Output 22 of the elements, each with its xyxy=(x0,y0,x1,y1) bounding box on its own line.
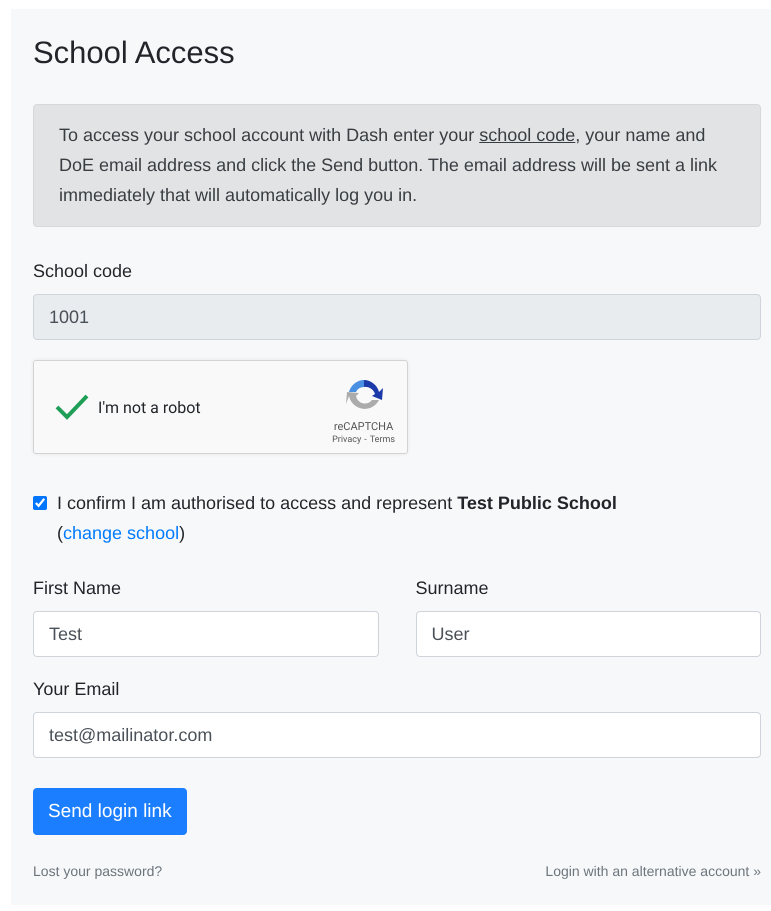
terms-link[interactable]: Terms xyxy=(370,434,395,444)
field-label: Your Email xyxy=(33,679,120,700)
surname-field[interactable]: User xyxy=(416,611,761,657)
captcha-brand: reCAPTCHA xyxy=(334,420,394,432)
school-code-link[interactable]: school code xyxy=(479,125,576,145)
info-message: To access your school account with Dash enter your school code, your name and DoE email address and click the Send button. The email address will be sent a link immediately that will automatically log you in. xyxy=(33,104,761,227)
alternative-account-link[interactable]: Login with an alternative account » xyxy=(545,863,761,879)
check-icon[interactable] xyxy=(54,393,90,421)
separator-text: - xyxy=(364,434,367,444)
page-title: School Access xyxy=(33,35,236,71)
confirm-text: I confirm I am authorised to access and represent Test Public School (change school) xyxy=(57,492,617,545)
change-school-link[interactable]: change school xyxy=(63,523,180,543)
captcha-label: I'm not a robot xyxy=(98,398,202,416)
field-label: Surname xyxy=(416,578,490,599)
field-label: School code xyxy=(33,261,134,282)
field-label: First Name xyxy=(33,578,122,599)
confirm-checkbox[interactable] xyxy=(33,496,47,510)
first-name-field[interactable]: Test xyxy=(33,611,378,657)
email-field[interactable]: test@mailinator.com xyxy=(33,712,761,758)
privacy-link[interactable]: Privacy xyxy=(332,434,362,444)
lost-password-link[interactable]: Lost your password? xyxy=(33,863,162,879)
send-login-link-button[interactable]: Send login link xyxy=(33,788,187,835)
